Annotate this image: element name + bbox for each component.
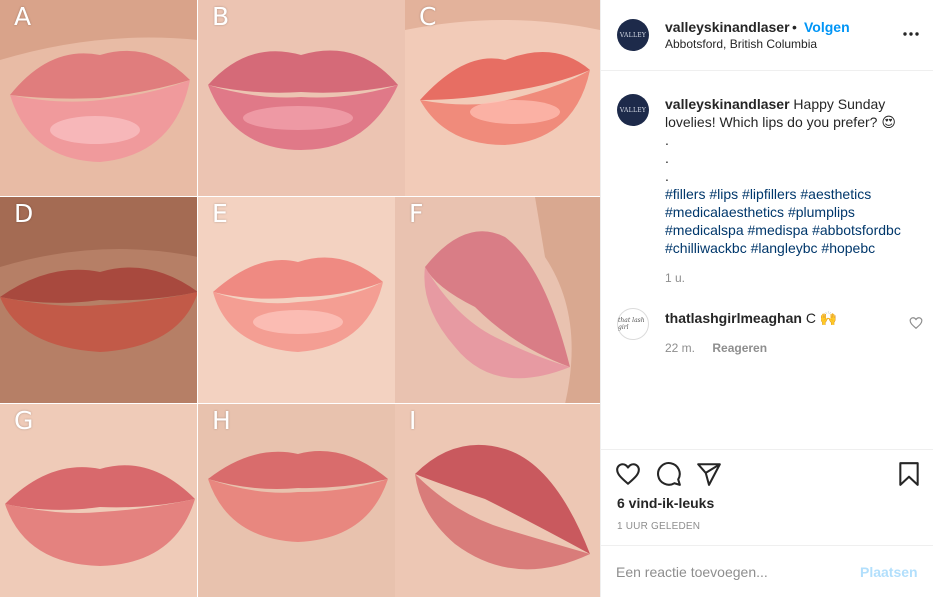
tile-label: I <box>409 406 417 435</box>
lip-photo-e: E <box>198 197 395 404</box>
caption-username[interactable]: valleyskinandlaser <box>665 96 790 112</box>
tile-label: C <box>419 2 437 31</box>
grid-divider <box>0 196 600 197</box>
post-comment-button[interactable]: Plaatsen <box>860 564 918 580</box>
location-link[interactable]: Abbotsford, British Columbia <box>665 37 817 51</box>
caption-dot: . <box>665 132 669 148</box>
tile-label: A <box>14 2 32 31</box>
tile-label: G <box>14 406 34 435</box>
grid-divider <box>197 0 198 597</box>
comment-avatar[interactable]: that lash girl <box>617 308 649 340</box>
post-image-grid[interactable]: A B C D E F G H I <box>0 0 600 597</box>
lip-photo-a: A <box>0 0 198 196</box>
lip-photo-d: D <box>0 197 198 404</box>
caption-dot: . <box>665 150 669 166</box>
follow-button[interactable]: Volgen <box>804 19 850 35</box>
lip-photo-h: H <box>198 404 395 597</box>
post-side-panel: VALLEY valleyskinandlaser • Volgen Abbot… <box>600 0 933 597</box>
lip-photo-f: F <box>395 197 600 404</box>
comment-age[interactable]: 22 m. <box>665 341 695 355</box>
avatar-text: VALLEY <box>619 106 647 114</box>
comment-icon[interactable] <box>656 461 682 487</box>
caption-age[interactable]: 1 u. <box>665 271 685 285</box>
caption-hashtags[interactable]: #fillers #lips #lipfillers #aesthetics #… <box>665 185 925 257</box>
grid-divider <box>0 403 600 404</box>
heart-icon[interactable] <box>615 461 641 487</box>
share-icon[interactable] <box>696 461 722 487</box>
tile-label: H <box>212 406 231 435</box>
avatar-text: that lash girl <box>618 317 645 331</box>
lip-photo-i: I <box>395 404 600 597</box>
comment-input[interactable] <box>616 562 836 582</box>
reply-button[interactable]: Reageren <box>712 341 767 355</box>
header-username[interactable]: valleyskinandlaser <box>665 19 790 35</box>
avatar[interactable]: VALLEY <box>617 19 649 51</box>
more-horizontal-icon[interactable] <box>901 24 921 44</box>
caption-avatar[interactable]: VALLEY <box>617 94 649 126</box>
caption: valleyskinandlaser Happy Sunday lovelies… <box>665 95 923 185</box>
likes-count[interactable]: 6 vind-ik-leuks <box>617 495 714 511</box>
avatar-text: VALLEY <box>619 31 647 39</box>
add-comment-bar: Plaatsen <box>601 545 933 597</box>
comment: thatlashgirlmeaghan C 🙌 <box>665 310 837 327</box>
comment-username[interactable]: thatlashgirlmeaghan <box>665 310 802 326</box>
separator-dot: • <box>792 19 797 35</box>
comment-text: C 🙌 <box>805 310 838 326</box>
comment-heart-icon[interactable] <box>909 316 923 330</box>
tile-label: F <box>409 199 424 228</box>
caption-dot: . <box>665 168 669 184</box>
post-header: VALLEY valleyskinandlaser • Volgen Abbot… <box>601 0 933 71</box>
lip-photo-c: C <box>405 0 600 196</box>
comment-meta: 22 m. Reageren <box>665 341 767 355</box>
lip-photo-b: B <box>198 0 405 196</box>
bookmark-icon[interactable] <box>896 461 922 487</box>
tile-label: B <box>212 2 230 31</box>
lip-photo-g: G <box>0 404 198 597</box>
tile-label: E <box>212 199 228 228</box>
tile-label: D <box>14 199 34 228</box>
post-timestamp[interactable]: 1 UUR GELEDEN <box>617 521 700 532</box>
